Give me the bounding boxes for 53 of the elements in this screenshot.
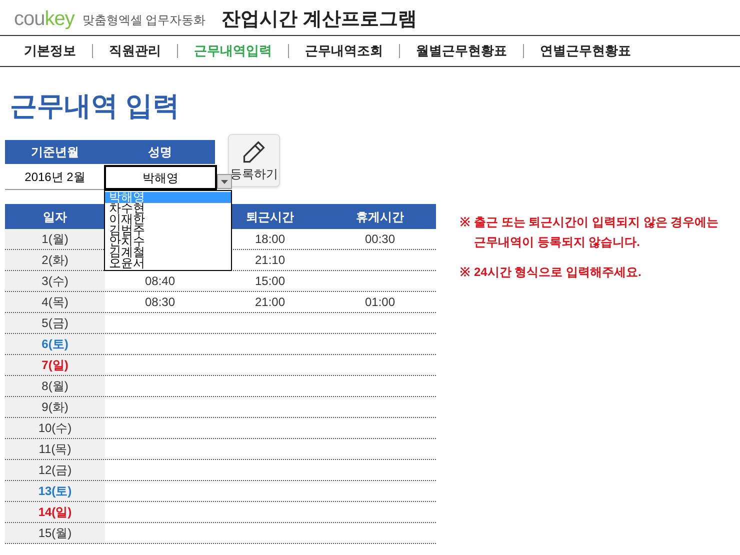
date-cell-text: 2(화) <box>42 252 68 269</box>
date-cell-text: 12(금) <box>38 462 72 479</box>
date-cell-text: 8(월) <box>42 378 68 395</box>
date-cell-text: 1(월) <box>42 231 68 248</box>
dropdown-option[interactable]: 김범주 <box>105 225 231 236</box>
register-button[interactable]: 등록하기 <box>228 134 280 187</box>
column-header: 기준년월 <box>30 144 80 161</box>
dropdown-option[interactable]: 김계철 <box>105 247 231 258</box>
nav-tab[interactable]: 월별근무현황표 <box>400 41 523 61</box>
pencil-icon <box>241 138 267 164</box>
month-value: 2016년 2월 <box>24 168 86 186</box>
time-cell-text: 08:30 <box>144 294 176 311</box>
dropdown-option[interactable]: 차수현 <box>105 203 231 214</box>
page-title: 근무내역 입력 <box>9 90 181 123</box>
date-cell-text: 3(수) <box>42 273 68 290</box>
date-cell-text: 14(일) <box>38 504 72 521</box>
date-cell-text: 6(토) <box>42 336 68 353</box>
nav-tab[interactable]: 직원관리 <box>93 41 177 61</box>
time-cell-text: 01:00 <box>364 294 396 311</box>
name-combo-field[interactable]: 박해영 <box>104 165 217 190</box>
date-cell-text: 9(화) <box>42 399 68 416</box>
app-title: 잔업시간 계산프로그램 <box>222 10 417 29</box>
column-header: 휴게시간 <box>356 210 404 224</box>
note-mark: ※ <box>460 264 470 281</box>
date-cell-text: 7(일) <box>42 357 68 374</box>
date-cell-text: 5(금) <box>42 315 68 332</box>
column-header: 일자 <box>43 210 67 224</box>
tagline: 맞춤형엑셀 업무자동화 <box>82 12 206 29</box>
date-cell-text: 4(목) <box>42 294 68 311</box>
date-cell-text: 13(토) <box>38 483 72 500</box>
time-cell-text: 21:10 <box>254 252 286 269</box>
time-cell-text: 00:30 <box>364 231 396 248</box>
time-cell-text: 15:00 <box>254 273 286 290</box>
dropdown-option[interactable]: 이재한 <box>105 214 231 225</box>
caret-icon <box>221 180 228 184</box>
note-text: 출근 또는 퇴근시간이 입력되지 않은 경우에는 근무내역이 등록되지 않습니다. <box>474 214 720 251</box>
column-header: 퇴근시간 <box>246 210 294 224</box>
nav-tab[interactable]: 근무내역조회 <box>289 41 399 61</box>
dropdown-arrow-button[interactable] <box>217 174 232 189</box>
date-cell-text: 15(월) <box>38 525 72 542</box>
logo: coukey <box>14 9 74 29</box>
note-mark: ※ <box>460 214 470 231</box>
dropdown-option[interactable]: 안치수 <box>105 236 231 247</box>
dropdown-option[interactable]: 오윤서 <box>105 258 231 269</box>
note-text: 24시간 형식으로 입력해주세요. <box>474 264 642 281</box>
nav-tab[interactable]: 기본정보 <box>8 41 92 61</box>
column-header: 성명 <box>147 144 173 161</box>
date-cell-text: 10(수) <box>38 420 72 437</box>
time-cell-text: 08:40 <box>144 273 176 290</box>
time-cell-text: 21:00 <box>254 294 286 311</box>
date-cell-text: 11(목) <box>38 441 72 458</box>
nav-tab[interactable]: 연별근무현황표 <box>524 41 647 61</box>
time-cell-text: 18:00 <box>254 231 286 248</box>
